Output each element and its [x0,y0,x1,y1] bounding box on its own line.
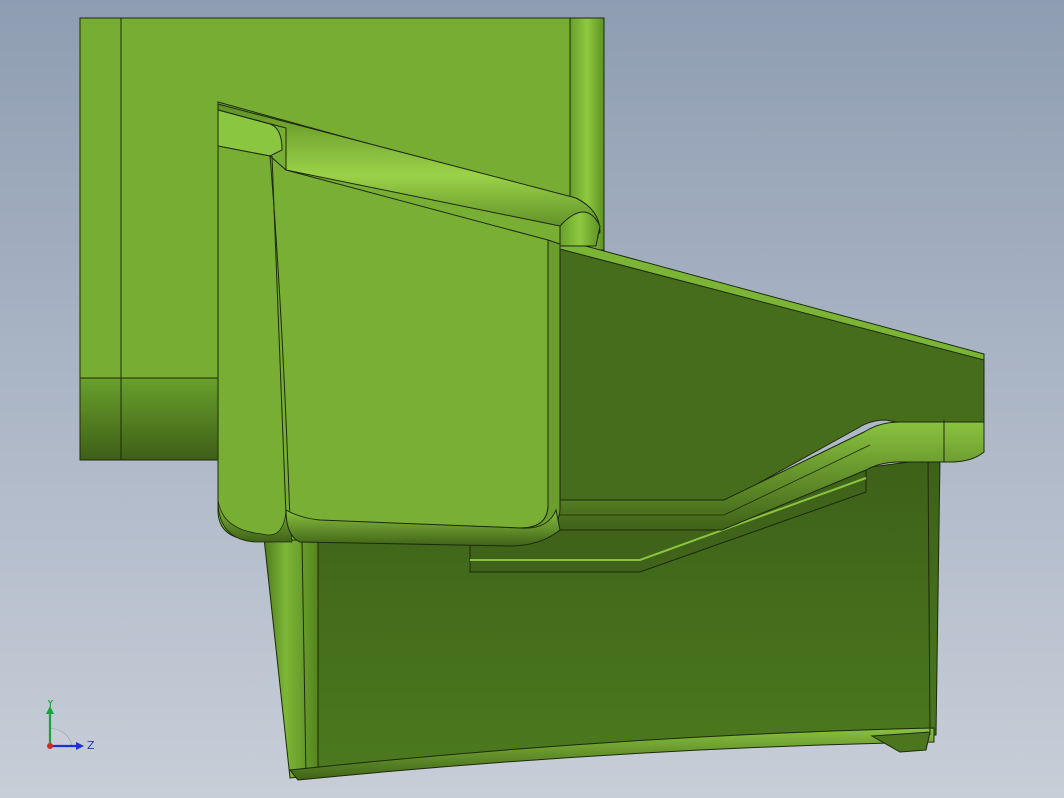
z-axis-arrow [76,742,84,750]
axis-triad: Y Z [46,700,95,752]
triad-plane [49,727,73,747]
graphics-viewport[interactable]: Y Z [0,0,1064,798]
cad-model-view[interactable] [0,0,1064,798]
y-axis-label: Y [46,700,54,710]
origin-dot [47,743,53,749]
z-axis-label: Z [87,739,95,752]
